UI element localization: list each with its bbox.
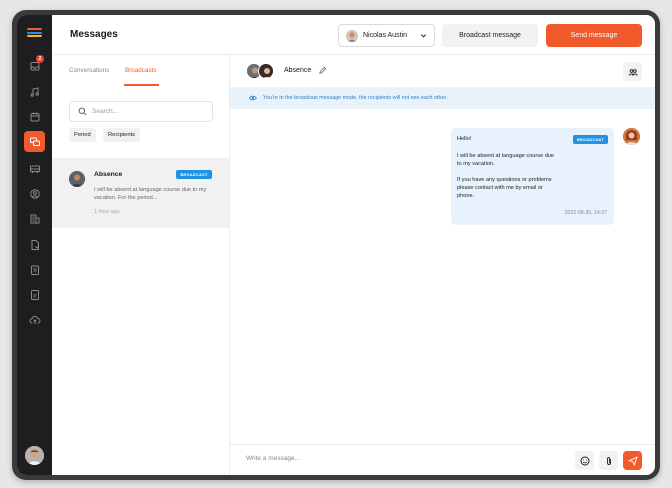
broadcast-badge: BROADCAST — [573, 135, 608, 144]
message-title: Hello! — [457, 136, 472, 142]
conversation-name: Absence — [94, 171, 123, 178]
message-bubble: Hello! BROADCAST I will be absent at lan… — [451, 128, 614, 225]
smiley-icon — [580, 456, 589, 465]
message-input[interactable] — [246, 455, 496, 462]
recipient-avatars — [246, 63, 276, 79]
chevron-down-icon — [420, 34, 427, 38]
sidebar-item-file[interactable] — [24, 284, 45, 305]
tab-broadcasts[interactable]: Broadcasts — [125, 67, 157, 74]
broadcast-message-button[interactable]: Broadcast message — [442, 24, 538, 47]
message-time: 2022-08-30, 14:27 — [564, 210, 607, 216]
conversation-avatar — [69, 171, 85, 187]
sidebar-item-inbox[interactable]: 2 — [24, 55, 45, 76]
cloud-upload-icon — [29, 315, 40, 324]
message-body: I will be absent at language course due … — [457, 153, 555, 199]
recipients-button[interactable] — [623, 62, 642, 81]
sidebar-item-profile[interactable] — [24, 183, 45, 204]
sidebar-item-clipboard[interactable] — [24, 259, 45, 280]
clipboard-icon — [30, 265, 39, 275]
conversation-list-panel: Conversations Broadcasts Period Recipien… — [52, 55, 230, 475]
user-photo-icon — [69, 171, 85, 187]
sidebar-item-building[interactable] — [24, 208, 45, 229]
user-photo-icon — [346, 29, 358, 42]
app-logo — [27, 28, 42, 40]
chat-panel: Absence You're in the broadcast message … — [230, 55, 655, 475]
current-user-avatar[interactable] — [25, 446, 44, 465]
app-screen: 2 Messages Nicolas Austin Broadcast mess… — [17, 15, 655, 475]
user-selector[interactable]: Nicolas Austin — [338, 24, 435, 47]
file-icon — [30, 289, 39, 300]
user-avatar — [346, 29, 358, 42]
device-frame: 2 Messages Nicolas Austin Broadcast mess… — [12, 10, 660, 480]
document-icon — [31, 239, 39, 250]
search-input[interactable] — [92, 108, 202, 115]
notice-text: You're in the broadcast message mode, th… — [263, 95, 448, 101]
broadcast-notice: You're in the broadcast message mode, th… — [230, 87, 655, 109]
user-photo-icon — [259, 64, 273, 78]
message-composer — [230, 444, 655, 475]
send-button[interactable] — [623, 451, 642, 470]
chat-title: Absence — [284, 67, 312, 74]
tab-bar: Conversations Broadcasts — [52, 55, 229, 86]
sidebar-item-upload[interactable] — [24, 309, 45, 330]
list-item[interactable]: Absence BROADCAST I will be absent at la… — [52, 158, 229, 228]
search-icon — [78, 107, 87, 116]
pencil-icon[interactable] — [318, 66, 327, 75]
sidebar-item-calendar[interactable] — [24, 106, 45, 127]
emoji-button[interactable] — [575, 451, 594, 470]
user-name: Nicolas Austin — [363, 32, 407, 39]
sidebar-item-bus[interactable] — [24, 158, 45, 179]
attach-button[interactable] — [599, 451, 618, 470]
paper-plane-icon — [627, 455, 638, 466]
users-group-icon — [628, 68, 638, 76]
messages-icon — [29, 137, 40, 146]
music-note-icon — [30, 86, 39, 97]
conversation-time: 1 hour ago — [94, 209, 120, 215]
avatar — [258, 63, 274, 79]
active-tab-indicator — [124, 84, 159, 86]
tab-conversations[interactable]: Conversations — [69, 67, 109, 74]
notification-badge: 2 — [36, 55, 44, 63]
conversation-preview: I will be absent at language course due … — [94, 187, 207, 201]
chat-header: Absence — [230, 55, 655, 87]
sidebar-item-music[interactable] — [24, 81, 45, 102]
user-photo-icon — [25, 446, 44, 465]
paperclip-icon — [606, 456, 611, 465]
building-icon — [30, 214, 39, 223]
sidebar-item-messages[interactable] — [24, 131, 45, 152]
top-header: Messages Nicolas Austin Broadcast messag… — [52, 15, 655, 55]
user-circle-icon — [29, 188, 40, 199]
filter-period[interactable]: Period — [69, 128, 96, 142]
sidebar-item-document[interactable] — [24, 234, 45, 255]
eye-icon — [249, 95, 257, 101]
sender-avatar — [623, 128, 640, 145]
page-title: Messages — [70, 29, 118, 40]
sidebar: 2 — [17, 15, 52, 475]
bus-icon — [29, 165, 40, 173]
filter-recipients[interactable]: Recipients — [103, 128, 141, 142]
send-message-button[interactable]: Send message — [546, 24, 642, 47]
search-box[interactable] — [69, 101, 213, 122]
user-photo-icon — [623, 128, 640, 145]
calendar-icon — [30, 112, 39, 121]
broadcast-badge: BROADCAST — [176, 170, 212, 179]
